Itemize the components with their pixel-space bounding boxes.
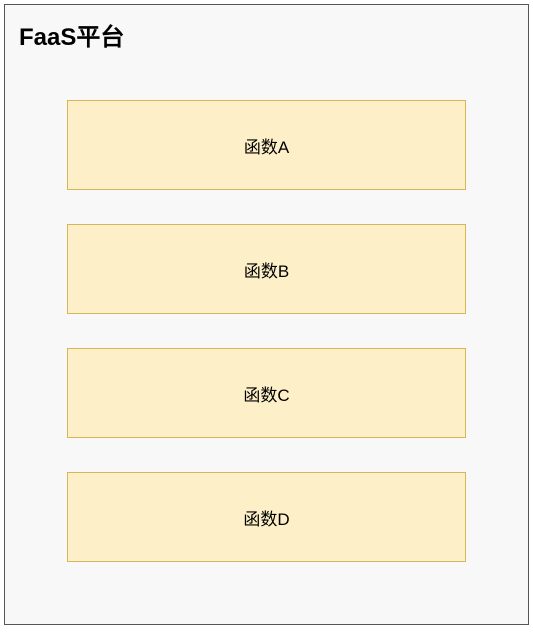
function-list: 函数A 函数B 函数C 函数D <box>19 100 514 562</box>
function-box-c: 函数C <box>67 348 466 438</box>
function-label: 函数A <box>244 133 289 158</box>
faas-platform-panel: FaaS平台 函数A 函数B 函数C 函数D <box>4 4 529 625</box>
function-box-d: 函数D <box>67 472 466 562</box>
function-label: 函数C <box>243 381 289 406</box>
function-box-a: 函数A <box>67 100 466 190</box>
panel-title: FaaS平台 <box>19 17 514 52</box>
function-box-b: 函数B <box>67 224 466 314</box>
function-label: 函数B <box>244 257 289 282</box>
function-label: 函数D <box>243 505 289 530</box>
